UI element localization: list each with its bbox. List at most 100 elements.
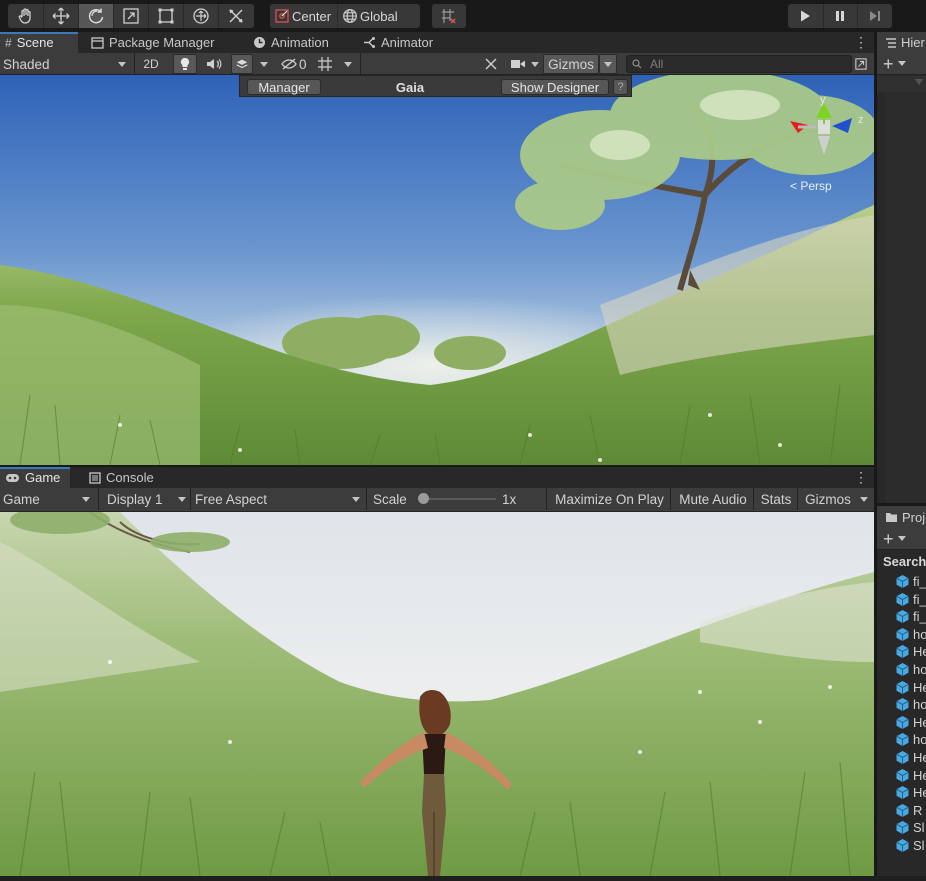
scene-tools-button[interactable]: [480, 54, 502, 74]
hand-tool-button[interactable]: [8, 4, 43, 28]
projection-label[interactable]: < Persp: [790, 179, 832, 193]
scene-panel-menu-icon[interactable]: ⋮: [854, 35, 868, 50]
chevron-down-icon[interactable]: [897, 61, 906, 66]
grid-snap-icon[interactable]: [440, 7, 458, 25]
project-asset-item[interactable]: fi_: [895, 591, 926, 608]
gizmos-toggle[interactable]: Gizmos: [543, 54, 599, 74]
scene-tabbar: # Scene Package Manager Animation Animat…: [0, 32, 874, 53]
grid-dropdown[interactable]: [340, 54, 356, 74]
chevron-down-icon: [118, 61, 126, 67]
axis-z-label: z: [858, 114, 864, 126]
toggle-2d-button[interactable]: 2D: [139, 54, 163, 74]
step-icon: [870, 11, 881, 21]
scale-slider[interactable]: [418, 493, 496, 504]
effects-toggle[interactable]: [231, 54, 253, 74]
project-asset-item[interactable]: ho: [895, 626, 926, 643]
tab-console[interactable]: Console: [84, 467, 160, 488]
rotate-icon: [88, 8, 104, 24]
prefab-cube-icon: [896, 821, 909, 835]
display-dropdown[interactable]: Display 1: [104, 489, 188, 509]
mute-audio-toggle[interactable]: Mute Audio: [674, 489, 752, 509]
orientation-gizmo[interactable]: y z < Persp: [786, 94, 866, 193]
move-tool-button[interactable]: [43, 4, 78, 28]
project-asset-item[interactable]: fi_: [895, 608, 926, 625]
game-gizmos-dropdown[interactable]: [856, 489, 872, 509]
prefab-cube-icon: [896, 680, 909, 694]
project-asset-item[interactable]: He: [895, 767, 926, 784]
project-asset-item[interactable]: fi_: [895, 573, 926, 590]
space-global-toggle[interactable]: Global: [337, 4, 404, 28]
pivot-label: Center: [292, 8, 332, 24]
maximize-on-play-toggle[interactable]: Maximize On Play: [550, 489, 669, 509]
chevron-down-icon[interactable]: [897, 536, 906, 541]
add-icon[interactable]: +: [883, 55, 894, 73]
game-view-dropdown[interactable]: Game: [0, 489, 96, 509]
chevron-down-icon: [260, 61, 268, 67]
gizmos-dropdown[interactable]: [599, 54, 617, 74]
project-asset-item[interactable]: ho: [895, 661, 926, 678]
project-asset-item[interactable]: Sl: [895, 819, 925, 836]
tab-game[interactable]: Game: [0, 467, 70, 488]
scene-search-input[interactable]: All: [626, 55, 852, 73]
scale-label: Scale: [373, 491, 407, 507]
transform-tool-button[interactable]: [183, 4, 218, 28]
divider: [546, 488, 547, 510]
play-button[interactable]: [788, 4, 823, 28]
help-button[interactable]: ?: [613, 79, 628, 95]
game-gizmos-toggle[interactable]: Gizmos: [800, 489, 856, 509]
custom-tool-button[interactable]: [218, 4, 253, 28]
scene-maximize-button[interactable]: [852, 54, 870, 74]
hierarchy-scene-row[interactable]: [877, 76, 926, 92]
add-icon[interactable]: +: [883, 530, 894, 548]
step-button[interactable]: [857, 4, 892, 28]
game-view-label: Game: [3, 491, 40, 507]
show-designer-button[interactable]: Show Designer: [501, 79, 609, 95]
tab-hierarchy[interactable]: Hier: [877, 32, 926, 53]
tools-icon: [229, 9, 243, 23]
project-asset-item[interactable]: ho: [895, 696, 926, 713]
expand-arrow-icon[interactable]: [915, 79, 923, 85]
hidden-objects-toggle[interactable]: 0: [278, 54, 312, 74]
tab-animation-label: Animation: [271, 35, 329, 50]
divider: [190, 488, 191, 510]
tab-animation[interactable]: Animation: [248, 32, 335, 53]
pause-icon: [836, 11, 845, 21]
effects-dropdown[interactable]: [256, 54, 272, 74]
tools-icon: [485, 58, 497, 70]
scene-viewport[interactable]: y z < Persp: [0, 75, 874, 465]
project-asset-item[interactable]: R: [895, 802, 922, 819]
pivot-center-toggle[interactable]: Center: [270, 4, 337, 28]
grid-toggle[interactable]: [314, 54, 336, 74]
project-asset-item[interactable]: He: [895, 784, 926, 801]
pause-button[interactable]: [822, 4, 858, 28]
game-viewport[interactable]: [0, 512, 874, 876]
audio-toggle[interactable]: [203, 54, 225, 74]
gaia-manager-button[interactable]: Manager: [247, 79, 321, 95]
project-asset-item[interactable]: Sl: [895, 837, 925, 854]
tab-scene[interactable]: # Scene: [0, 32, 78, 53]
stats-toggle[interactable]: Stats: [756, 489, 796, 509]
play-icon: [801, 10, 811, 22]
tab-animator[interactable]: Animator: [358, 32, 439, 53]
project-asset-item[interactable]: He: [895, 714, 926, 731]
rotate-tool-button[interactable]: [78, 4, 113, 28]
draw-mode-dropdown[interactable]: Shaded: [0, 54, 132, 74]
aspect-dropdown[interactable]: Free Aspect: [192, 489, 364, 509]
project-asset-item[interactable]: ho: [895, 731, 926, 748]
scale-slider-thumb[interactable]: [418, 493, 429, 504]
console-icon: [89, 471, 101, 484]
chevron-down-icon: [860, 496, 868, 502]
project-asset-item[interactable]: He: [895, 679, 926, 696]
tab-package-manager[interactable]: Package Manager: [86, 32, 221, 53]
scale-tool-button[interactable]: [113, 4, 148, 28]
tab-project[interactable]: Proj: [877, 506, 926, 528]
lighting-toggle[interactable]: [173, 54, 197, 74]
project-asset-label: He: [913, 750, 926, 765]
project-asset-item[interactable]: He: [895, 749, 926, 766]
project-asset-item[interactable]: He: [895, 643, 926, 660]
prefab-cube-icon: [896, 803, 909, 817]
camera-dropdown[interactable]: [507, 54, 543, 74]
rect-tool-button[interactable]: [148, 4, 183, 28]
prefab-cube-icon: [896, 715, 909, 729]
game-panel-menu-icon[interactable]: ⋮: [854, 470, 868, 485]
